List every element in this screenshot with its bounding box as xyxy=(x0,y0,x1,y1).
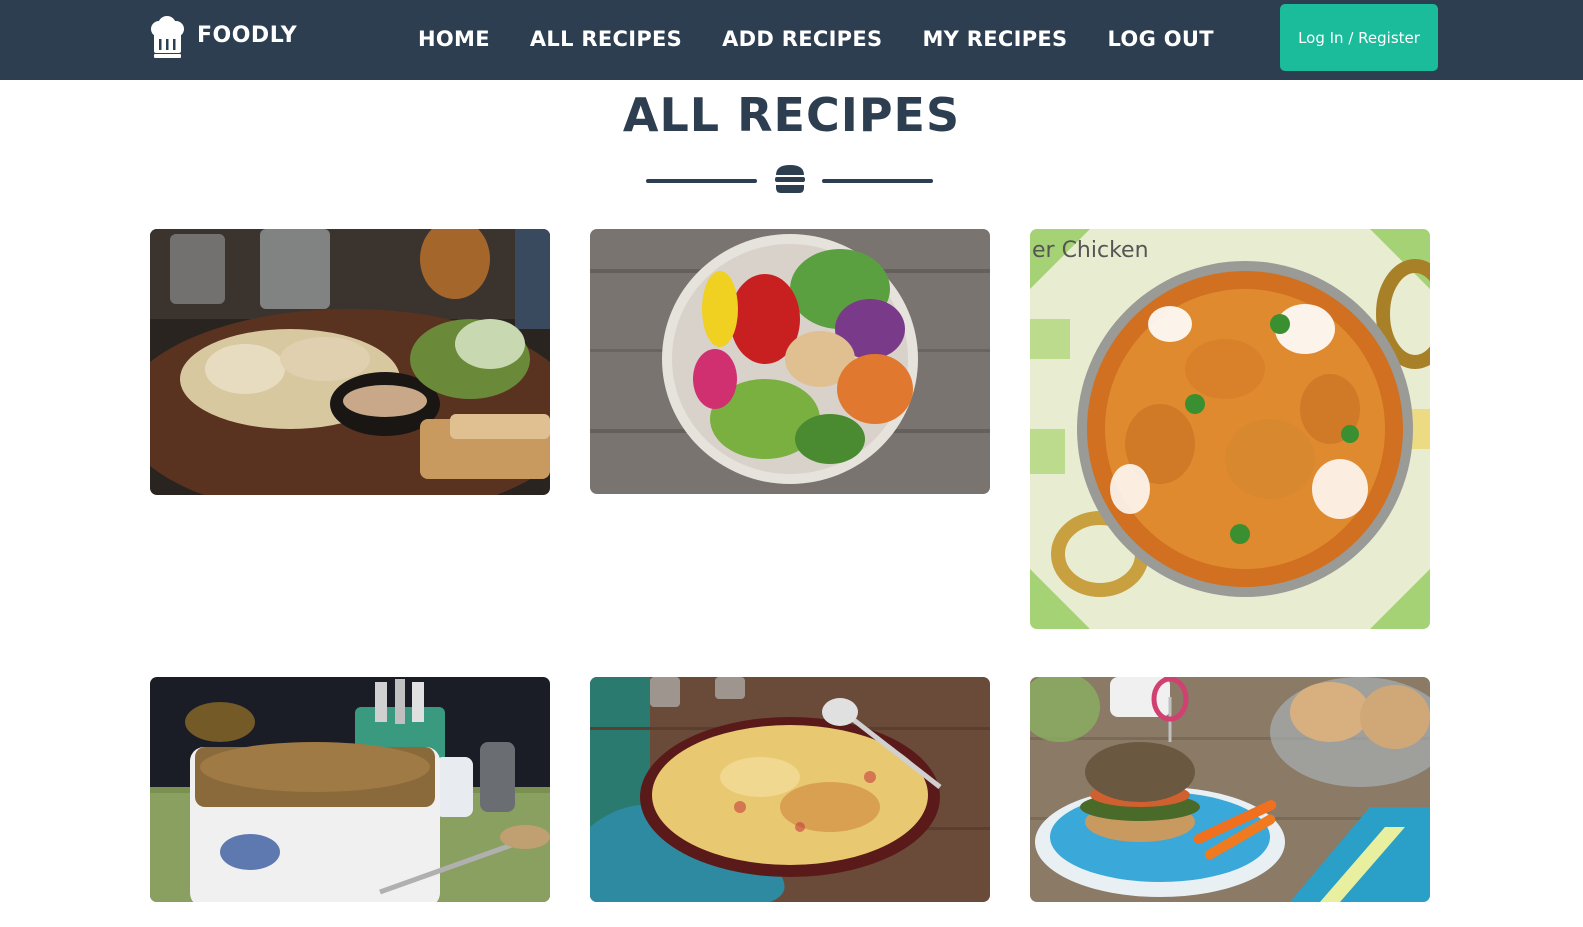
recipe-card[interactable] xyxy=(1030,677,1430,902)
brand-logo-link[interactable]: FOODLY xyxy=(147,14,297,60)
grilled-fish-plate-photo xyxy=(150,229,550,495)
veggie-burger-photo xyxy=(1030,677,1430,902)
nav-link-my-recipes[interactable]: MY RECIPES xyxy=(902,20,1087,58)
recipe-card[interactable] xyxy=(150,677,550,902)
nav-link-log-out[interactable]: LOG OUT xyxy=(1087,20,1233,58)
nav-link-home[interactable]: HOME xyxy=(398,20,510,58)
navbar: FOODLY HOME ALL RECIPES ADD RECIPES MY R… xyxy=(0,0,1583,80)
veggie-bowl-photo xyxy=(590,229,990,494)
nav-menu: HOME ALL RECIPES ADD RECIPES MY RECIPES … xyxy=(398,20,1234,58)
chef-hat-icon xyxy=(151,16,184,58)
login-register-button[interactable]: Log In / Register xyxy=(1280,4,1438,71)
page-title: ALL RECIPES xyxy=(622,88,961,142)
divider-right-line xyxy=(822,179,933,183)
nav-link-add-recipes[interactable]: ADD RECIPES xyxy=(702,20,902,58)
recipe-card[interactable]: er Chicken xyxy=(1030,229,1430,629)
recipe-card[interactable] xyxy=(150,229,550,495)
burger-icon xyxy=(775,165,805,193)
divider-left-line xyxy=(646,179,757,183)
recipe-caption: er Chicken xyxy=(1032,238,1149,263)
brand-name: FOODLY xyxy=(197,22,298,48)
nav-link-all-recipes[interactable]: ALL RECIPES xyxy=(510,20,702,58)
butter-chicken-curry-photo: er Chicken xyxy=(1030,229,1430,629)
recipe-card[interactable] xyxy=(590,677,990,902)
mac-and-cheese-bake-photo xyxy=(590,677,990,902)
casserole-dish-photo xyxy=(150,677,550,902)
recipe-card[interactable] xyxy=(590,229,990,494)
